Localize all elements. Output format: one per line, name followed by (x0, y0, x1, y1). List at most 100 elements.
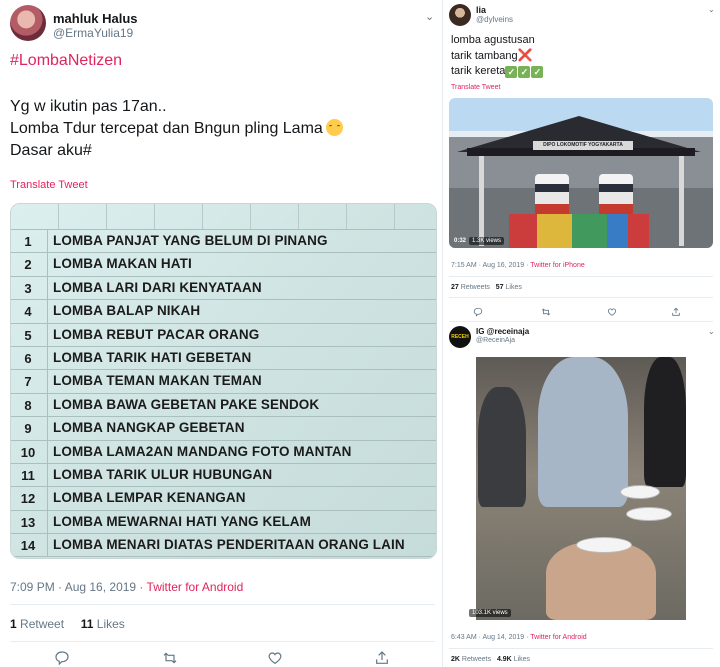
tweet-line: Dasar aku# (10, 142, 92, 159)
row-number: 10 (20, 444, 36, 460)
list-item: 6 LOMBA TARIK HATI GEBETAN (11, 346, 436, 371)
plate (576, 537, 632, 553)
smile-emoji-icon (325, 119, 343, 136)
main-tweet: mahluk Halus @ErmaYulia19 ⌄ #LombaNetize… (0, 0, 442, 667)
hashtag-link[interactable]: #LombaNetizen (10, 52, 122, 70)
avatar[interactable] (449, 4, 471, 26)
tweet-stats: 27 Retweets 57 Likes (451, 284, 522, 291)
tweet-text: lomba agustusan tarik tambang❌ tarik ker… (451, 33, 544, 79)
plate (620, 485, 660, 499)
reply-icon[interactable] (471, 306, 485, 318)
check-mark-icon: ✓ (531, 66, 544, 78)
display-name[interactable]: mahluk Halus (53, 11, 138, 26)
translate-tweet-link[interactable]: Translate Tweet (10, 179, 88, 191)
display-name[interactable]: IG @receinaja (476, 327, 529, 336)
check-mark-icon: ✓ (518, 66, 531, 78)
retweet-count[interactable]: 1 (10, 617, 17, 631)
row-text: LOMBA BAWA GEBETAN PAKE SENDOK (53, 396, 320, 412)
tweet-timestamp: 6:43 AM · Aug 14, 2019 · Twitter for And… (451, 634, 587, 641)
retweet-label[interactable]: Retweets (461, 284, 490, 291)
row-text: LOMBA TARIK ULUR HUBUNGAN (53, 466, 273, 482)
like-label[interactable]: Likes (97, 617, 125, 631)
like-count[interactable]: 11 (81, 617, 94, 631)
divider (449, 297, 713, 298)
row-text: LOMBA MAKAN HATI (53, 256, 192, 272)
row-number: 11 (21, 467, 35, 483)
translate-tweet-link[interactable]: Translate Tweet (451, 84, 500, 91)
row-text: LOMBA NANGKAP GEBETAN (53, 420, 245, 436)
tweet-timestamp: 7:09 PM · Aug 16, 2019 · Twitter for And… (10, 580, 244, 594)
list-item: 11 LOMBA TARIK ULUR HUBUNGAN (11, 463, 436, 488)
divider (449, 321, 713, 322)
list-item: 5 LOMBA REBUT PACAR ORANG (11, 323, 436, 347)
chevron-down-icon[interactable]: ⌄ (425, 10, 434, 23)
like-label[interactable]: Likes (506, 284, 522, 291)
row-text: LOMBA LARI DARI KENYATAAN (53, 279, 262, 295)
retweet-label[interactable]: Retweets (462, 656, 491, 663)
list-item: 4 LOMBA BALAP NIKAH (11, 300, 436, 324)
tweet-actions (0, 648, 442, 667)
tweet-line: tarik tambang❌ (451, 48, 533, 62)
tweet-source-link[interactable]: Twitter for Android (147, 580, 244, 594)
row-text: LOMBA TEMAN MAKAN TEMAN (53, 373, 262, 389)
pillar (679, 156, 684, 246)
avatar[interactable]: RECEH (449, 326, 471, 348)
divider (10, 641, 435, 642)
tweet-image[interactable]: 1 LOMBA PANJAT YANG BELUM DI PINANG 2 LOMBA… (10, 203, 437, 559)
like-label[interactable]: Likes (514, 656, 530, 663)
user-handle[interactable]: @ErmaYulia19 (53, 26, 133, 40)
row-number: 1 (24, 234, 32, 249)
like-icon[interactable] (605, 306, 619, 318)
display-name[interactable]: lia (476, 5, 486, 15)
video-frame (476, 357, 686, 620)
train (599, 174, 633, 214)
tweet-video[interactable]: 0:20 103.1K views (449, 357, 713, 620)
station-sign: DIPO LOKOMOTIF YOGYAKARTA (533, 141, 633, 150)
share-icon[interactable] (372, 648, 392, 667)
tweet-video[interactable]: DIPO LOKOMOTIF YOGYAKARTA 0:32 1.3K view… (449, 98, 713, 248)
video-duration: 0:20 (454, 610, 467, 616)
user-handle[interactable]: @dylveins (476, 15, 513, 24)
tweet-line: tarik kereta ✓ ✓ ✓ (451, 64, 544, 79)
row-number: 6 (24, 350, 32, 366)
like-icon[interactable] (265, 648, 285, 667)
row-text: LOMBA MEWARNAI HATI YANG KELAM (53, 513, 311, 529)
list-item: 13 LOMBA MEWARNAI HATI YANG KELAM (11, 510, 436, 535)
row-number: 7 (24, 374, 32, 390)
person (478, 387, 526, 507)
like-count[interactable]: 4.9K (497, 656, 512, 663)
person (546, 542, 656, 620)
embedded-tweets: lia @dylveins ⌄ lomba agustusan tarik ta… (443, 0, 720, 667)
chevron-down-icon[interactable]: ⌄ (708, 327, 715, 336)
like-count[interactable]: 57 (496, 284, 504, 291)
tweet-line: Yg w ikutin pas 17an.. (10, 98, 167, 115)
row-number: 2 (24, 257, 32, 273)
tweet-timestamp: 7:15 AM · Aug 16, 2019 · Twitter for iPh… (451, 262, 585, 269)
retweet-count[interactable]: 27 (451, 284, 459, 291)
list-item: 1 LOMBA PANJAT YANG BELUM DI PINANG (11, 230, 436, 254)
retweet-count[interactable]: 2K (451, 656, 460, 663)
retweet-icon[interactable] (160, 648, 180, 667)
divider (449, 276, 713, 277)
reply-icon[interactable] (52, 648, 72, 667)
tweet-source-link[interactable]: Twitter for Android (530, 634, 586, 641)
retweet-label[interactable]: Retweet (20, 617, 64, 631)
list-item: 12 LOMBA LEMPAR KENANGAN (11, 487, 436, 511)
row-number: 13 (20, 514, 36, 530)
tweet-stats: 1 Retweet 11 Likes (10, 617, 125, 631)
list-item: 7 LOMBA TEMAN MAKAN TEMAN (11, 370, 436, 394)
user-handle[interactable]: @ReceinAja (476, 337, 515, 344)
row-number: 5 (24, 327, 32, 343)
row-text: LOMBA LAMA2AN MANDANG FOTO MANTAN (53, 443, 352, 459)
list-item: 10 LOMBA LAMA2AN MANDANG FOTO MANTAN (11, 440, 436, 464)
list-item: 14 LOMBA MENARI DIATAS PENDERITAAN ORANG … (11, 534, 436, 558)
tweet-line: Lomba Tdur tercepat dan Bngun pling Lama (10, 118, 343, 140)
tweet-source-link[interactable]: Twitter for iPhone (530, 262, 584, 269)
list-item: 8 LOMBA BAWA GEBETAN PAKE SENDOK (11, 393, 436, 418)
retweet-icon[interactable] (539, 306, 553, 318)
video-duration: 0:32 (454, 238, 467, 244)
share-icon[interactable] (669, 306, 683, 318)
row-text: LOMBA PANJAT YANG BELUM DI PINANG (53, 233, 328, 248)
avatar[interactable] (10, 5, 46, 41)
chevron-down-icon[interactable]: ⌄ (708, 5, 715, 14)
